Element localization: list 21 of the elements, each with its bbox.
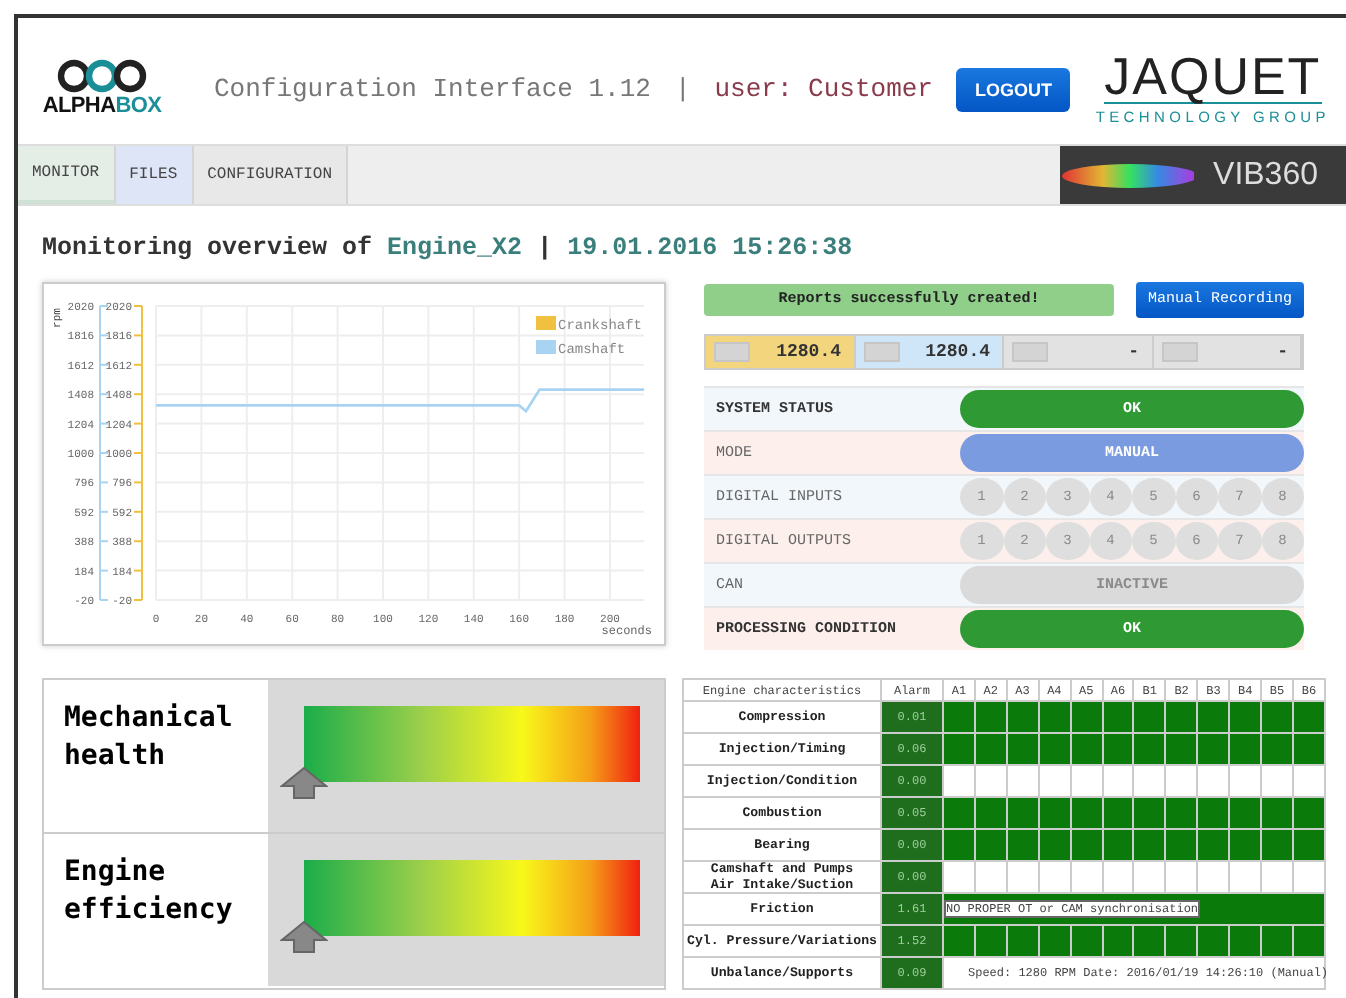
channel-tag-icon xyxy=(863,342,899,362)
logo-wordmark: ALPHABOX xyxy=(42,93,162,117)
channel-tag-icon xyxy=(1161,342,1197,362)
logout-button[interactable]: LOGOUT xyxy=(956,67,1070,111)
banner-name: VIB360 xyxy=(1213,157,1318,193)
reading-value: - xyxy=(1277,342,1288,362)
app-title: Configuration Interface 1.12 xyxy=(214,74,651,104)
reading-value: 1280.4 xyxy=(925,342,990,362)
infinity-loops-icon xyxy=(56,57,148,93)
spectrum-glow-icon xyxy=(1060,161,1194,189)
partner-name: JAQUET xyxy=(1104,49,1322,103)
channel-tag-icon xyxy=(714,342,750,362)
title-separator: | xyxy=(674,74,691,104)
reading-value: 1280.4 xyxy=(776,342,841,362)
reading-value: - xyxy=(1128,342,1139,362)
nav-tab[interactable]: FILES xyxy=(115,146,194,204)
nav-tab[interactable]: CONFIGURATION xyxy=(193,146,349,204)
nav-tab[interactable]: MONITOR xyxy=(18,146,116,204)
user-label: user: Customer xyxy=(714,74,933,104)
channel-tag-icon xyxy=(1012,342,1048,362)
overview-heading: Monitoring overview of Engine_X2 | 19.01.2016 15:26:38 xyxy=(40,232,855,266)
